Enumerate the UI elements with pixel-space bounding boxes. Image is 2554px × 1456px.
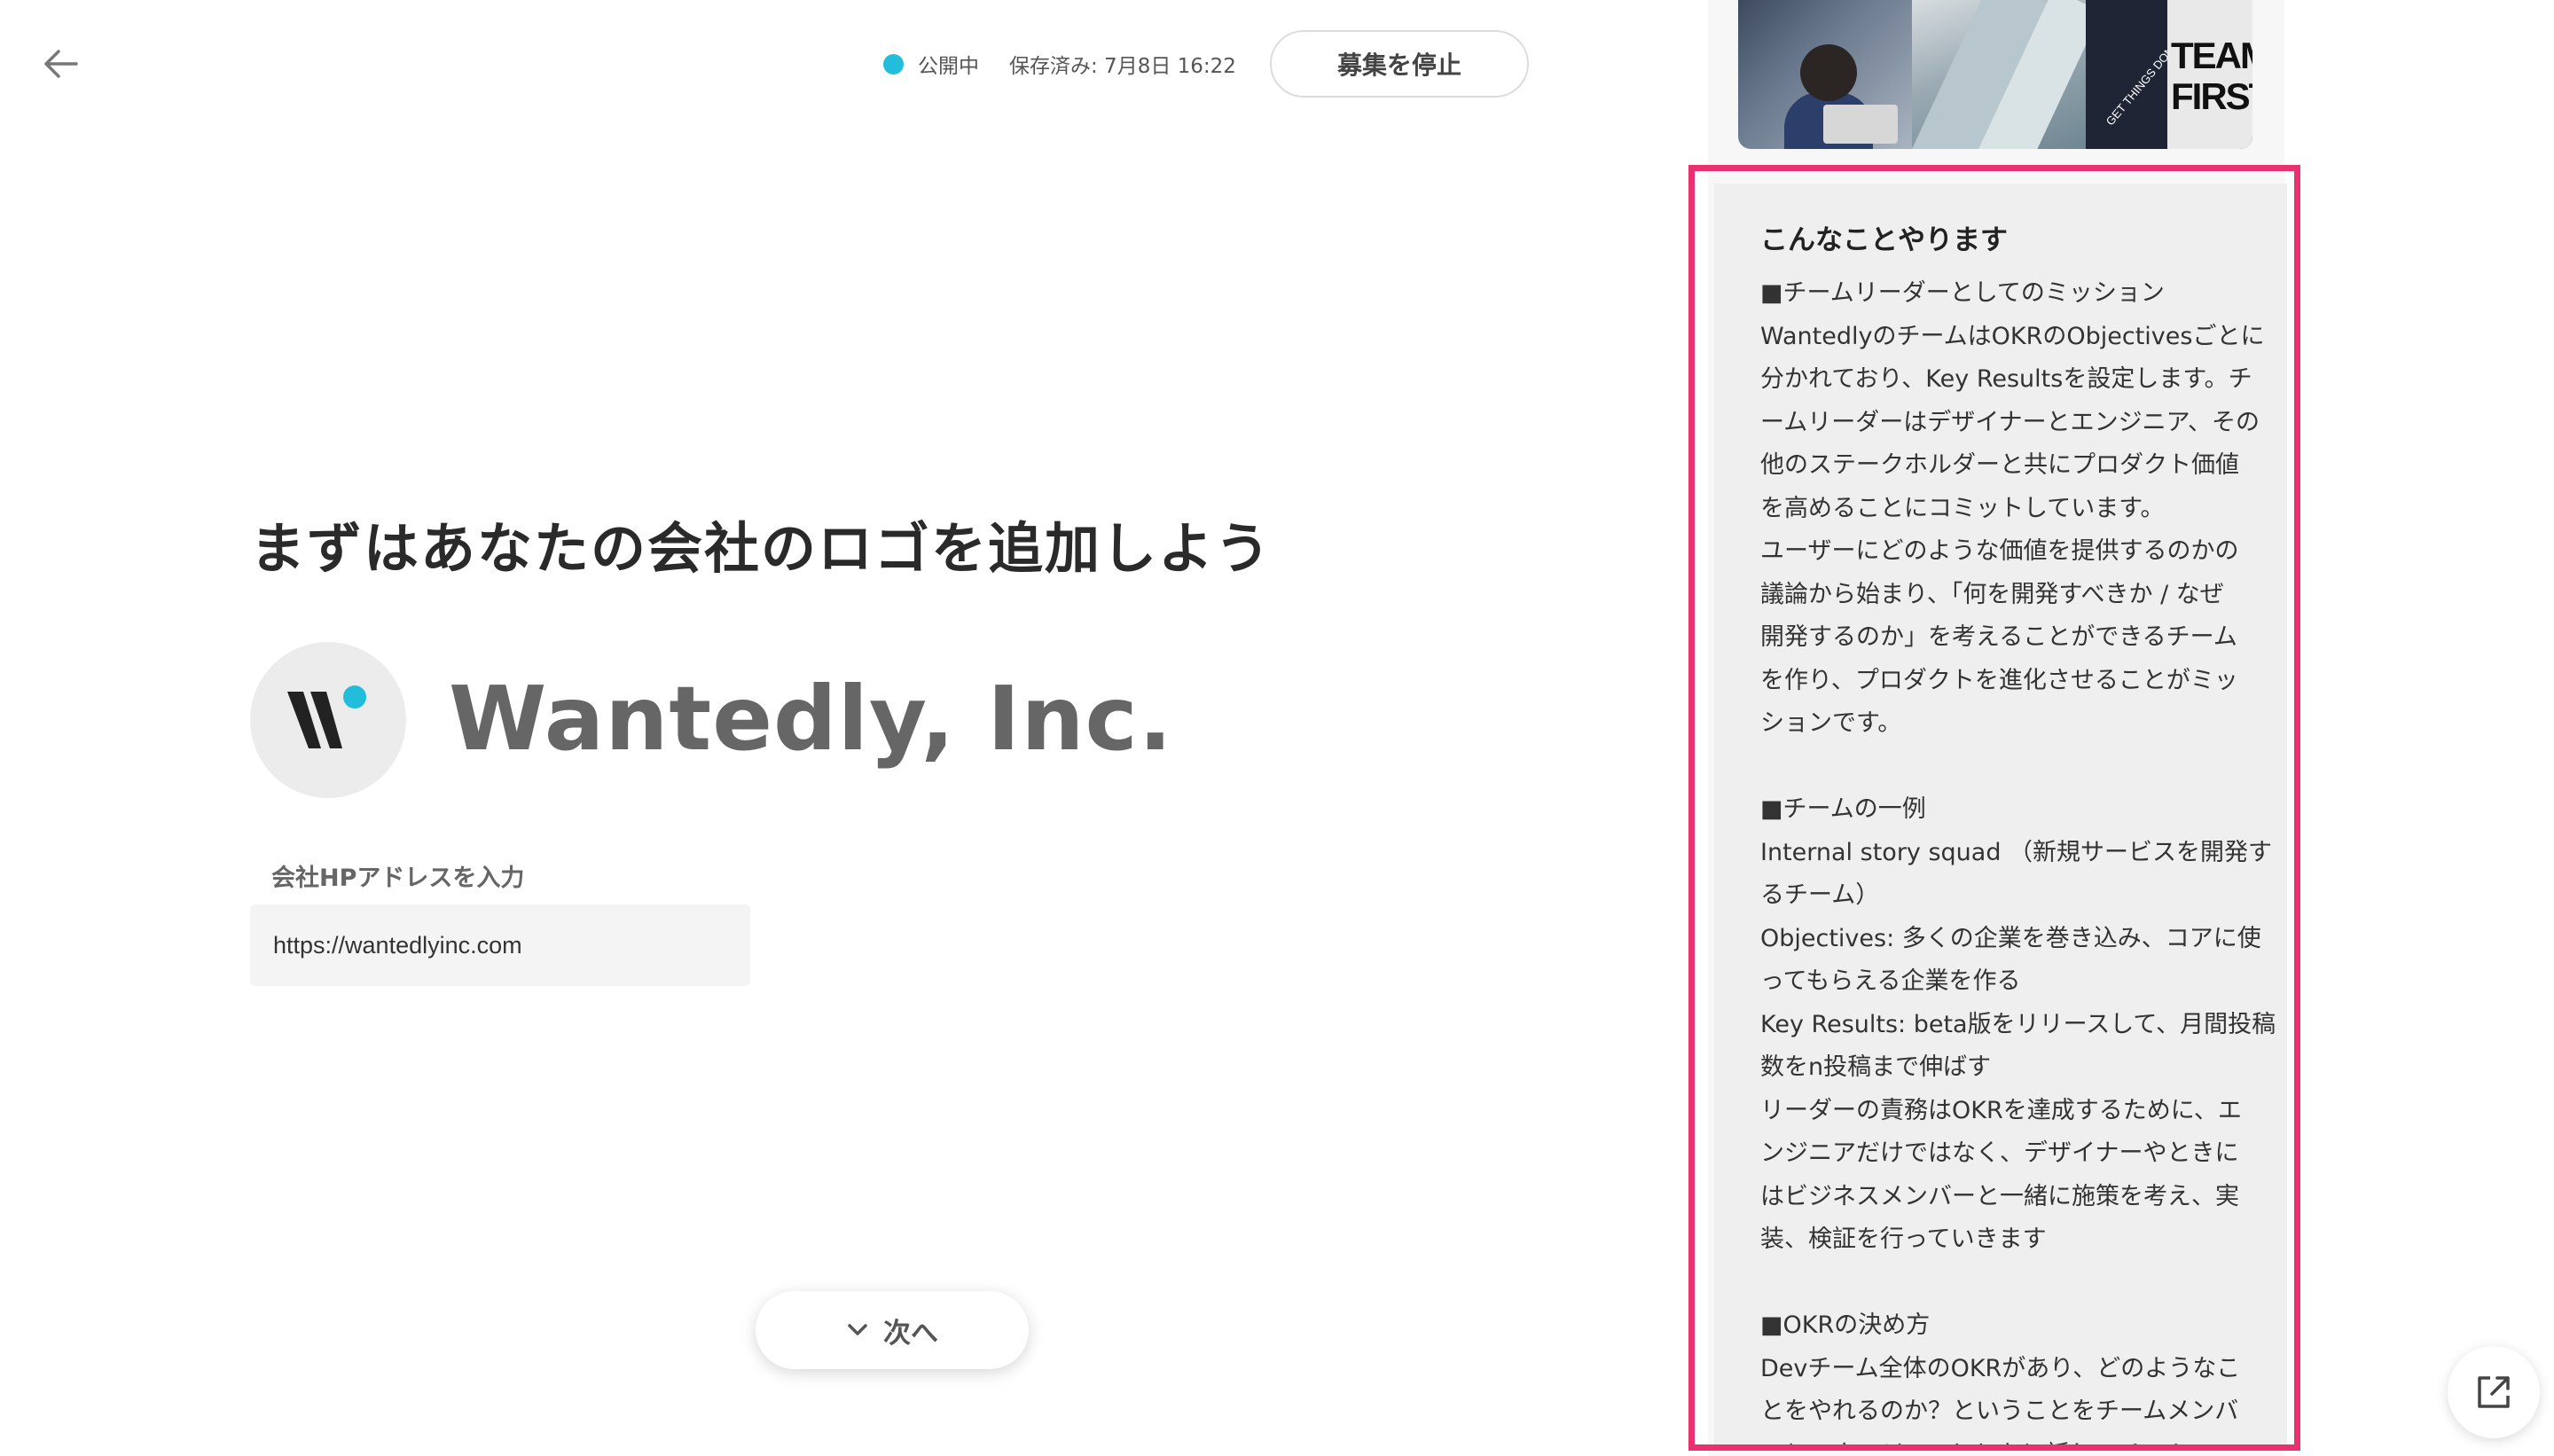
hero-photo-office (1738, 0, 1912, 149)
back-arrow-icon (44, 50, 78, 78)
section-line: Devチーム全体のOKRがあり、どのようなこ (1760, 1354, 2241, 1382)
section-line: ーとマネージャーとともに話し、チームの (1760, 1434, 2284, 1445)
section-line: とをやれるのか？ということをチームメンバ (1760, 1397, 2239, 1425)
stop-recruiting-button[interactable]: 募集を停止 (1270, 30, 1529, 98)
book-cover-text-2: TEAM FIRST (2171, 35, 2252, 117)
section-line: ユーザーにどのような価値を提供するのかの (1760, 537, 2239, 565)
section-body: ■チームリーダーとしてのミッション WantedlyのチームはOKRのObjec… (1760, 272, 2284, 1445)
section-line: 開発するのか」を考えることができるチーム (1760, 623, 2237, 651)
hp-address-input[interactable] (250, 904, 750, 986)
next-button-label: 次へ (883, 1317, 938, 1350)
company-name[interactable]: Wantedly, Inc. (449, 667, 1173, 771)
section-line: 装、検証を行っていきます (1760, 1225, 2047, 1253)
wantedly-logo (287, 685, 366, 748)
section-line: 議論から始まり、「何を開発すべきか / なぜ (1760, 580, 2224, 608)
back-button[interactable] (32, 35, 89, 92)
section-line: WantedlyのチームはOKRのObjectivesごとに (1760, 322, 2265, 350)
hp-address-label: 会社HPアドレスを入力 (271, 865, 525, 892)
page: 公開中 保存済み: 7月8日 16:22 募集を停止 まずはあなたの会社のロゴを… (0, 0, 2554, 1456)
hero-image: GET THINGS DONE TEAM FIRST (1738, 0, 2252, 149)
section-line: 他のステークホルダーと共にプロダクト価値 (1760, 451, 2239, 479)
section-line: Internal story squad （新規サービスを開発す (1760, 838, 2273, 866)
section-content: こんなことやります ■チームリーダーとしてのミッション Wantedlyのチーム… (1714, 184, 2287, 1445)
next-button[interactable]: 次へ (756, 1291, 1029, 1369)
section-line: を高めることにコミットしています。 (1760, 494, 2165, 522)
section-line: リーダーの責務はOKRを達成するために、エ (1760, 1096, 2242, 1124)
status-dot (883, 53, 904, 74)
section-line: 数をn投稿まで伸ばす (1760, 1053, 1992, 1081)
status-label: 公開中 (918, 55, 979, 78)
section-line: 分かれており、Key Resultsを設定します。チ (1760, 365, 2252, 393)
section-line: を作り、プロダクトを進化させることがミッ (1760, 666, 2238, 694)
external-link-button[interactable] (2448, 1346, 2540, 1438)
page-title: まずはあなたの会社のロゴを追加しよう (250, 516, 1273, 581)
company-logo[interactable] (250, 642, 406, 798)
section-line: ンジニアだけではなく、デザイナーやときに (1760, 1139, 2239, 1167)
section-line: はビジネスメンバーと一緒に施策を考え、実 (1760, 1182, 2239, 1210)
saved-timestamp: 保存済み: 7月8日 16:22 (1009, 55, 1236, 78)
section-line: Key Results: beta版をリリースして、月間投稿 (1760, 1010, 2276, 1038)
highlighted-section[interactable]: こんなことやります ■チームリーダーとしてのミッション Wantedlyのチーム… (1688, 165, 2300, 1451)
section-line: ームリーダーはデザイナーとエンジニア、その (1760, 408, 2260, 436)
section-line (1760, 1262, 2284, 1305)
external-link-icon (2478, 1376, 2510, 1408)
hero-photo-covers: GET THINGS DONE TEAM FIRST (2086, 0, 2252, 149)
section-line: ■OKRの決め方 (1760, 1311, 1931, 1339)
section-line: ってもらえる企業を作る (1760, 967, 2021, 995)
section-line: ションです。 (1760, 709, 1902, 737)
section-line (1760, 746, 2284, 789)
section-title: こんなことやります (1760, 224, 2008, 256)
section-line: Objectives: 多くの企業を巻き込み、コアに使 (1760, 924, 2261, 952)
chevron-down-icon (846, 1322, 869, 1338)
publish-status: 公開中 保存済み: 7月8日 16:22 (883, 51, 1236, 78)
section-line: ■チームの一例 (1760, 795, 1926, 823)
section-line: ■チームリーダーとしてのミッション (1760, 279, 2165, 307)
section-line: るチーム） (1760, 881, 1880, 909)
hero-photo-books (1908, 0, 2102, 149)
